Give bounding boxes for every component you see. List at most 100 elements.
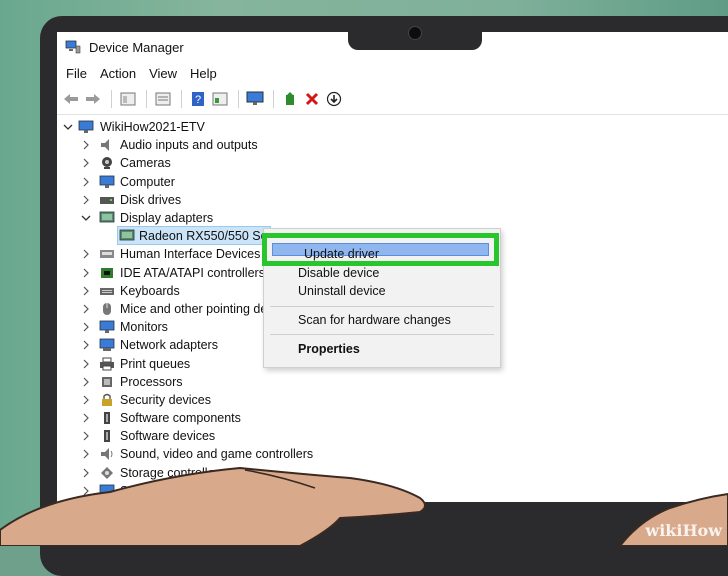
menu-separator — [270, 334, 494, 335]
tree-item-disk-drives[interactable]: Disk drives — [57, 191, 728, 209]
speaker-icon — [101, 139, 109, 152]
chevron-right-icon[interactable] — [81, 304, 91, 314]
chevron-right-icon[interactable] — [81, 468, 91, 478]
download-icon[interactable] — [324, 89, 344, 109]
update-driver-highlight[interactable]: Update driver — [262, 233, 499, 266]
tree-item-label: IDE ATA/ATAPI controllers — [120, 265, 265, 280]
tree-item-software-devices[interactable]: Software devices — [57, 427, 728, 445]
properties-pane-icon[interactable] — [118, 89, 138, 109]
tree-item-system[interactable]: System devic — [57, 482, 728, 500]
tree-item-security[interactable]: Security devices — [57, 391, 728, 409]
chevron-right-icon[interactable] — [81, 177, 91, 187]
tree-item-label: Software devices — [120, 429, 216, 444]
tree-item-label: Security devices — [120, 392, 212, 407]
tree-item-computer[interactable]: Computer — [57, 173, 728, 191]
list-icon[interactable] — [153, 89, 173, 109]
chevron-down-icon[interactable] — [63, 122, 73, 132]
mouse-icon — [103, 302, 111, 315]
processor-icon — [102, 376, 112, 387]
help-icon[interactable]: ? — [188, 89, 208, 109]
hid-icon — [100, 250, 114, 259]
chevron-right-icon[interactable] — [81, 268, 91, 278]
tree-item-display-adapters[interactable]: Display adapters — [57, 209, 728, 227]
tree-item-cameras[interactable]: Cameras — [57, 154, 728, 172]
menu-bar: File Action View Help — [57, 62, 728, 84]
chevron-right-icon[interactable] — [81, 195, 91, 205]
chevron-down-icon[interactable] — [81, 213, 91, 223]
svg-text:?: ? — [195, 94, 201, 106]
software-icon — [104, 412, 110, 425]
chevron-right-icon[interactable] — [81, 140, 91, 150]
menu-separator — [270, 306, 494, 307]
chevron-right-icon[interactable] — [81, 395, 91, 405]
tree-item-label: System devic — [120, 483, 195, 498]
menu-view[interactable]: View — [149, 66, 177, 81]
menu-help[interactable]: Help — [190, 66, 217, 81]
menu-item-scan-hardware[interactable]: Scan for hardware changes — [298, 313, 451, 327]
tree-item-label: Human Interface Devices — [120, 247, 261, 262]
chevron-right-icon[interactable] — [81, 413, 91, 423]
back-icon[interactable] — [61, 89, 81, 109]
tree-item-label: Radeon RX550/550 Ser — [139, 229, 272, 244]
disk-icon — [100, 196, 114, 204]
monitor-icon — [99, 320, 115, 334]
tree-item-label: Disk drives — [120, 192, 182, 207]
menu-action[interactable]: Action — [100, 66, 136, 81]
menu-item-uninstall-device[interactable]: Uninstall device — [298, 284, 386, 298]
menu-item-disable-device[interactable]: Disable device — [298, 266, 379, 280]
network-icon — [99, 338, 115, 352]
toolbar-separator — [273, 90, 274, 108]
sound-icon — [101, 448, 113, 461]
tree-item-storage[interactable]: Storage controllers — [57, 464, 728, 482]
security-icon — [102, 393, 112, 406]
monitor-icon[interactable] — [245, 89, 265, 109]
tree-item-label: Monitors — [120, 320, 168, 335]
forward-icon[interactable] — [83, 89, 103, 109]
menu-item-update-driver[interactable]: Update driver — [272, 243, 489, 261]
tree-root-label: WikiHow2021-ETV — [100, 120, 205, 135]
wikihow-watermark: wikiHow — [645, 521, 722, 540]
printer-icon — [100, 357, 114, 371]
menu-item-properties[interactable]: Properties — [298, 342, 360, 356]
system-icon — [99, 484, 115, 497]
tree-item-label: Software components — [120, 411, 241, 426]
tree-item-software-components[interactable]: Software components — [57, 409, 728, 427]
tree-item-label: Sound, video and game controllers — [120, 447, 314, 462]
view-icon[interactable] — [210, 89, 230, 109]
tree-item-sound[interactable]: Sound, video and game controllers — [57, 445, 728, 463]
tree-item-label: Audio inputs and outputs — [120, 138, 258, 153]
chevron-right-icon[interactable] — [81, 322, 91, 332]
window-title: Device Manager — [89, 39, 184, 55]
chevron-right-icon[interactable] — [81, 449, 91, 459]
chevron-right-icon[interactable] — [81, 340, 91, 350]
chevron-right-icon[interactable] — [81, 431, 91, 441]
tree-item-processors[interactable]: Processors — [57, 373, 728, 391]
toolbar-separator — [238, 90, 239, 108]
tree-item-label: Computer — [120, 174, 175, 189]
menu-file[interactable]: File — [66, 66, 87, 81]
chevron-right-icon[interactable] — [81, 286, 91, 296]
tree-item-label: Cameras — [120, 156, 171, 171]
chevron-right-icon[interactable] — [81, 249, 91, 259]
camera-icon — [102, 157, 112, 170]
display-adapter-icon — [99, 211, 115, 223]
tree-item-label: Storage controllers — [120, 465, 225, 480]
toolbar: ? — [57, 84, 728, 115]
tree-item-audio[interactable]: Audio inputs and outputs — [57, 136, 728, 154]
tree-root[interactable]: WikiHow2021-ETV — [57, 118, 728, 136]
chevron-right-icon[interactable] — [81, 158, 91, 168]
webcam-icon — [408, 26, 422, 40]
chevron-right-icon[interactable] — [81, 359, 91, 369]
chevron-right-icon[interactable] — [81, 486, 91, 496]
menu-item-update-driver-label: Update driver — [304, 247, 380, 261]
computer-icon — [99, 175, 115, 188]
toolbar-separator — [181, 90, 182, 108]
tree-item-label: Network adapters — [120, 338, 218, 353]
tree-item-label: Print queues — [120, 356, 191, 371]
uninstall-icon[interactable] — [302, 89, 322, 109]
laptop-notch — [348, 16, 482, 50]
chevron-right-icon[interactable] — [81, 377, 91, 387]
computer-icon — [78, 120, 94, 134]
storage-icon — [101, 466, 113, 479]
update-driver-icon[interactable] — [280, 89, 300, 109]
